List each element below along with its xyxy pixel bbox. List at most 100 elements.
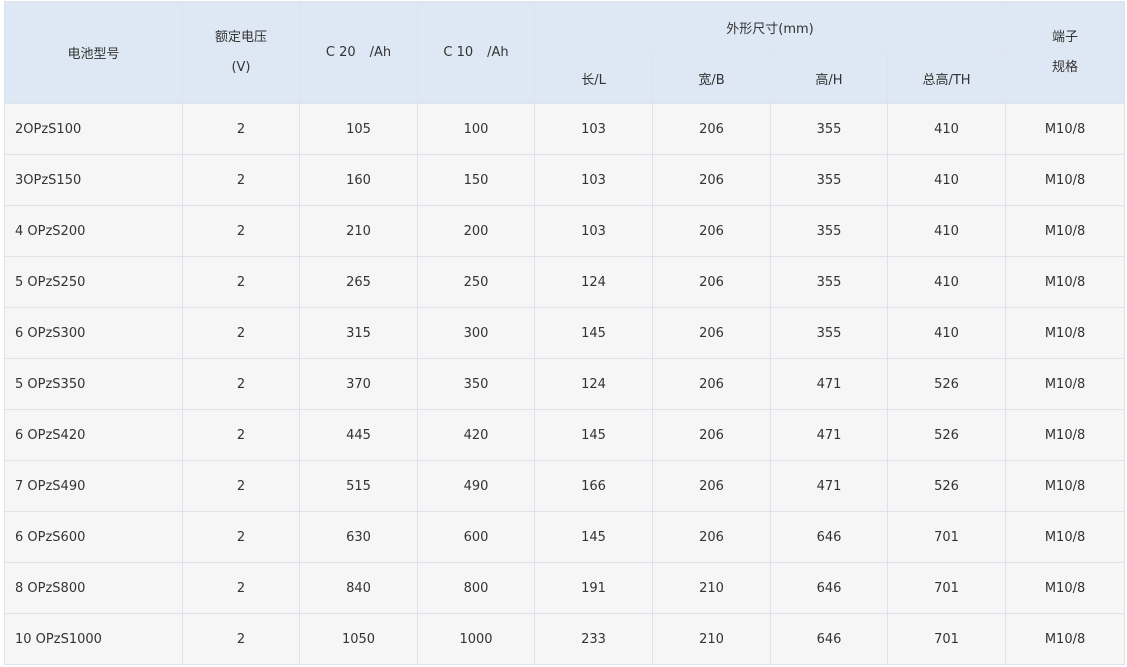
- cell-width: 206: [652, 358, 771, 410]
- cell-total-height: 410: [886, 154, 1007, 206]
- header-c10: C 10/Ah: [417, 1, 535, 104]
- cell-height: 355: [770, 103, 888, 155]
- cell-total-height: 410: [886, 256, 1007, 308]
- header-height: 高/H: [770, 52, 888, 104]
- header-model-label: 电池型号: [67, 47, 120, 62]
- cell-model: 5 OPzS250: [4, 256, 183, 308]
- cell-length: 191: [534, 562, 653, 614]
- cell-terminal: M10/8: [1005, 511, 1126, 563]
- cell-voltage: 2: [182, 613, 300, 665]
- cell-width: 206: [652, 460, 771, 512]
- cell-c10: 250: [417, 256, 535, 308]
- header-length: 长/L: [534, 52, 653, 104]
- cell-c20: 105: [299, 103, 418, 155]
- cell-c10: 1000: [417, 613, 535, 665]
- cell-voltage: 2: [182, 562, 300, 614]
- cell-model: 8 OPzS800: [4, 562, 183, 614]
- table-row: 2OPzS100 2 105 100 103 206 355 410 M10/8: [4, 103, 1126, 155]
- cell-c20: 160: [299, 154, 418, 206]
- cell-height: 355: [770, 205, 888, 257]
- header-voltage-label: 额定电压: [214, 29, 267, 45]
- cell-terminal: M10/8: [1005, 460, 1126, 512]
- table-body: 2OPzS100 2 105 100 103 206 355 410 M10/8…: [4, 103, 1126, 665]
- cell-c20: 315: [299, 307, 418, 359]
- cell-width: 206: [652, 307, 771, 359]
- cell-model: 5 OPzS350: [4, 358, 183, 410]
- cell-width: 206: [652, 154, 771, 206]
- header-voltage: 额定电压 (V): [182, 1, 300, 104]
- header-terminal-label: 端子: [1052, 29, 1079, 45]
- cell-width: 210: [652, 562, 771, 614]
- cell-terminal: M10/8: [1005, 409, 1126, 461]
- cell-length: 103: [534, 103, 653, 155]
- cell-c20: 265: [299, 256, 418, 308]
- cell-model: 6 OPzS600: [4, 511, 183, 563]
- header-height-label: 高/H: [815, 72, 843, 88]
- cell-height: 355: [770, 307, 888, 359]
- cell-height: 471: [770, 409, 888, 461]
- cell-length: 145: [534, 307, 653, 359]
- cell-height: 646: [770, 562, 888, 614]
- cell-c20: 445: [299, 409, 418, 461]
- cell-c10: 420: [417, 409, 535, 461]
- cell-length: 166: [534, 460, 653, 512]
- cell-c20: 1050: [299, 613, 418, 665]
- header-length-label: 长/L: [581, 72, 606, 88]
- cell-total-height: 410: [886, 205, 1007, 257]
- cell-c10: 600: [417, 511, 535, 563]
- cell-model: 6 OPzS300: [4, 307, 183, 359]
- cell-voltage: 2: [182, 154, 300, 206]
- cell-voltage: 2: [182, 256, 300, 308]
- cell-length: 233: [534, 613, 653, 665]
- cell-model: 7 OPzS490: [4, 460, 183, 512]
- cell-height: 471: [770, 358, 888, 410]
- cell-height: 355: [770, 256, 888, 308]
- cell-voltage: 2: [182, 511, 300, 563]
- cell-length: 124: [534, 358, 653, 410]
- cell-c10: 200: [417, 205, 535, 257]
- cell-c20: 630: [299, 511, 418, 563]
- table-row: 3OPzS150 2 160 150 103 206 355 410 M10/8: [4, 154, 1126, 206]
- cell-model: 6 OPzS420: [4, 409, 183, 461]
- header-voltage-unit: (V): [231, 59, 251, 75]
- cell-total-height: 701: [886, 562, 1007, 614]
- header-total-height: 总高/TH: [886, 52, 1007, 104]
- header-total-height-label: 总高/TH: [922, 72, 971, 88]
- header-dimensions: 外形尺寸(mm): [533, 1, 1007, 53]
- cell-height: 355: [770, 154, 888, 206]
- cell-length: 145: [534, 409, 653, 461]
- spec-table-container: 电池型号 额定电压 (V) C 20/Ah C 10/Ah 外形尺寸(mm) 端…: [4, 1, 1126, 665]
- header-width-label: 宽/B: [698, 72, 725, 88]
- cell-voltage: 2: [182, 103, 300, 155]
- cell-length: 103: [534, 154, 653, 206]
- header-c10-label: C 10: [443, 45, 474, 60]
- cell-terminal: M10/8: [1005, 103, 1126, 155]
- header-terminal: 端子 规格: [1005, 1, 1126, 104]
- cell-height: 646: [770, 511, 888, 563]
- cell-c20: 840: [299, 562, 418, 614]
- table-row: 4 OPzS200 2 210 200 103 206 355 410 M10/…: [4, 205, 1126, 257]
- cell-terminal: M10/8: [1005, 154, 1126, 206]
- cell-width: 206: [652, 103, 771, 155]
- cell-terminal: M10/8: [1005, 307, 1126, 359]
- cell-terminal: M10/8: [1005, 613, 1126, 665]
- cell-width: 206: [652, 205, 771, 257]
- cell-c10: 300: [417, 307, 535, 359]
- cell-total-height: 410: [886, 103, 1007, 155]
- header-dimensions-label: 外形尺寸(mm): [726, 21, 814, 37]
- table-row: 6 OPzS600 2 630 600 145 206 646 701 M10/…: [4, 511, 1126, 563]
- cell-voltage: 2: [182, 307, 300, 359]
- cell-voltage: 2: [182, 409, 300, 461]
- cell-terminal: M10/8: [1005, 562, 1126, 614]
- cell-width: 210: [652, 613, 771, 665]
- table-header: 电池型号 额定电压 (V) C 20/Ah C 10/Ah 外形尺寸(mm) 端…: [4, 1, 1126, 104]
- battery-spec-table: 电池型号 额定电压 (V) C 20/Ah C 10/Ah 外形尺寸(mm) 端…: [4, 1, 1126, 665]
- cell-width: 206: [652, 409, 771, 461]
- table-row: 7 OPzS490 2 515 490 166 206 471 526 M10/…: [4, 460, 1126, 512]
- cell-terminal: M10/8: [1005, 256, 1126, 308]
- table-row: 5 OPzS250 2 265 250 124 206 355 410 M10/…: [4, 256, 1126, 308]
- cell-c10: 100: [417, 103, 535, 155]
- cell-height: 646: [770, 613, 888, 665]
- table-row: 5 OPzS350 2 370 350 124 206 471 526 M10/…: [4, 358, 1126, 410]
- cell-total-height: 701: [886, 613, 1007, 665]
